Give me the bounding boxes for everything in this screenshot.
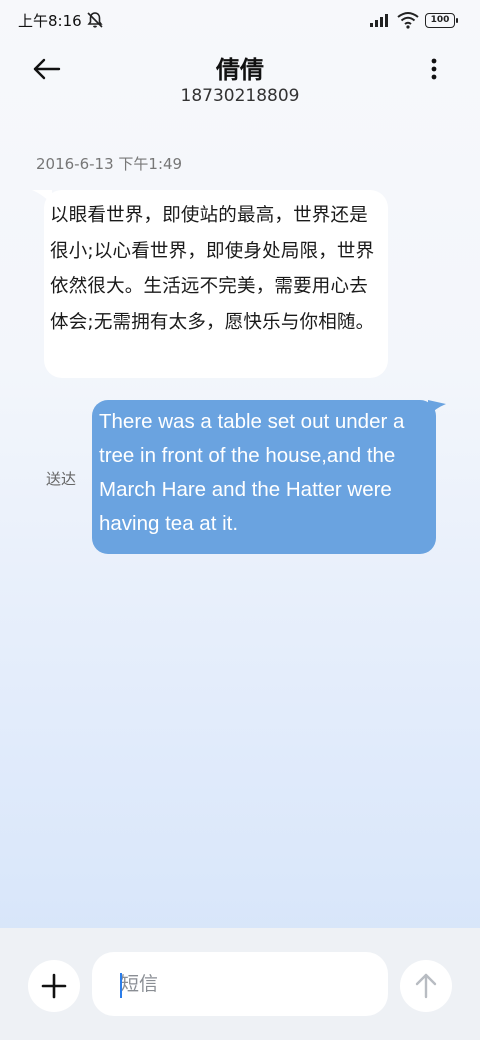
more-vertical-icon [431, 58, 437, 80]
message-timestamp: 2016-6-13 下午1:49 [36, 155, 183, 173]
delivery-status: 送达 [46, 470, 77, 488]
signal-icon [370, 14, 388, 27]
attach-button[interactable] [28, 960, 80, 1012]
mute-icon [87, 12, 103, 28]
message-input[interactable] [92, 952, 388, 1016]
wifi-icon [397, 12, 419, 29]
contact-name: 倩倩 [216, 56, 264, 84]
status-bar: 上午8:16 100 [0, 0, 480, 40]
received-message-text: 以眼看世界，即使站的最高，世界还是很小;以心看世界，即使身处局限，世界依然很大。… [50, 205, 375, 333]
sent-message-text: There was a table set out under a tree i… [99, 410, 405, 535]
text-caret [120, 973, 122, 998]
plus-icon [41, 973, 67, 999]
send-button[interactable] [400, 960, 452, 1012]
status-time: 上午8:16 [18, 12, 82, 30]
contact-number: 18730218809 [180, 86, 300, 106]
more-options-button[interactable] [420, 56, 448, 84]
battery-icon: 100 [425, 13, 458, 28]
arrow-up-icon [415, 973, 437, 999]
